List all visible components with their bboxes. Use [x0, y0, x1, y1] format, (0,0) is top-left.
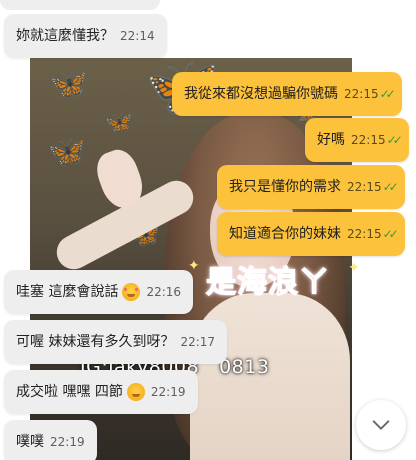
message-bubble-outgoing[interactable]: 知道適合你的妹妹 22:15 ✓✓ [217, 212, 405, 256]
message-text: 知道適合你的妹妹 [229, 226, 341, 242]
message-time: 22:15 [347, 180, 382, 194]
message-text: 我只是懂你的需求 [229, 179, 341, 195]
smiling-face-icon [126, 383, 145, 401]
sparkle-icon: ✦ [188, 258, 200, 274]
message-time: 22:15 [344, 87, 379, 101]
message-time: 22:15 [351, 133, 386, 147]
butterfly-icon: 🦋 [48, 135, 86, 170]
message-bubble-incoming[interactable]: 噗噗 22:19 [4, 420, 97, 460]
double-check-icon: ✓✓ [386, 133, 403, 147]
double-check-icon: ✓✓ [382, 180, 399, 194]
double-check-icon: ✓✓ [382, 227, 399, 241]
chevron-down-icon [372, 420, 390, 430]
message-bubble-incoming[interactable]: 哇塞 這麼會說話 22:16 [4, 270, 194, 314]
message-text: 可喔 妹妹還有多久到呀？ [16, 334, 175, 350]
message-text: 好嗎 [317, 132, 345, 148]
message-bubble-outgoing[interactable]: 我只是懂你的需求 22:15 ✓✓ [217, 165, 405, 209]
message-time: 22:19 [50, 435, 85, 449]
previous-message-bubble [0, 0, 160, 10]
message-bubble-outgoing[interactable]: 好嗎 22:15 ✓✓ [305, 118, 409, 162]
message-text: 成交啦 嘿嘿 四節 [16, 384, 123, 400]
butterfly-icon: 🦋 [50, 67, 88, 102]
message-bubble-incoming[interactable]: 妳就這麼懂我？ 22:14 [4, 14, 167, 58]
scroll-to-bottom-button[interactable] [356, 400, 406, 450]
message-text: 妳就這麼懂我？ [16, 28, 114, 44]
double-check-icon: ✓✓ [379, 87, 396, 101]
message-time: 22:19 [150, 385, 186, 399]
message-time: 22:16 [146, 285, 182, 299]
sparkle-icon: ✦ [348, 260, 360, 276]
butterfly-icon: 🦋 [105, 111, 133, 136]
message-text: 我從來都沒想過騙你號碼 [184, 86, 338, 102]
smiling-face-with-hearts-icon [122, 283, 141, 301]
message-text: 噗噗 [16, 434, 44, 450]
message-time: 22:14 [120, 29, 155, 43]
message-time: 22:15 [347, 227, 382, 241]
message-text: 哇塞 這麼會說話 [16, 284, 119, 300]
message-time: 22:17 [180, 335, 216, 349]
sticker-text: 是海浪ㄚ [205, 264, 330, 300]
message-bubble-outgoing[interactable]: 我從來都沒想過騙你號碼 22:15 ✓✓ [172, 72, 402, 116]
message-bubble-incoming[interactable]: 可喔 妹妹還有多久到呀？ 22:17 [4, 320, 228, 364]
message-bubble-incoming[interactable]: 成交啦 嘿嘿 四節 22:19 [4, 370, 198, 414]
